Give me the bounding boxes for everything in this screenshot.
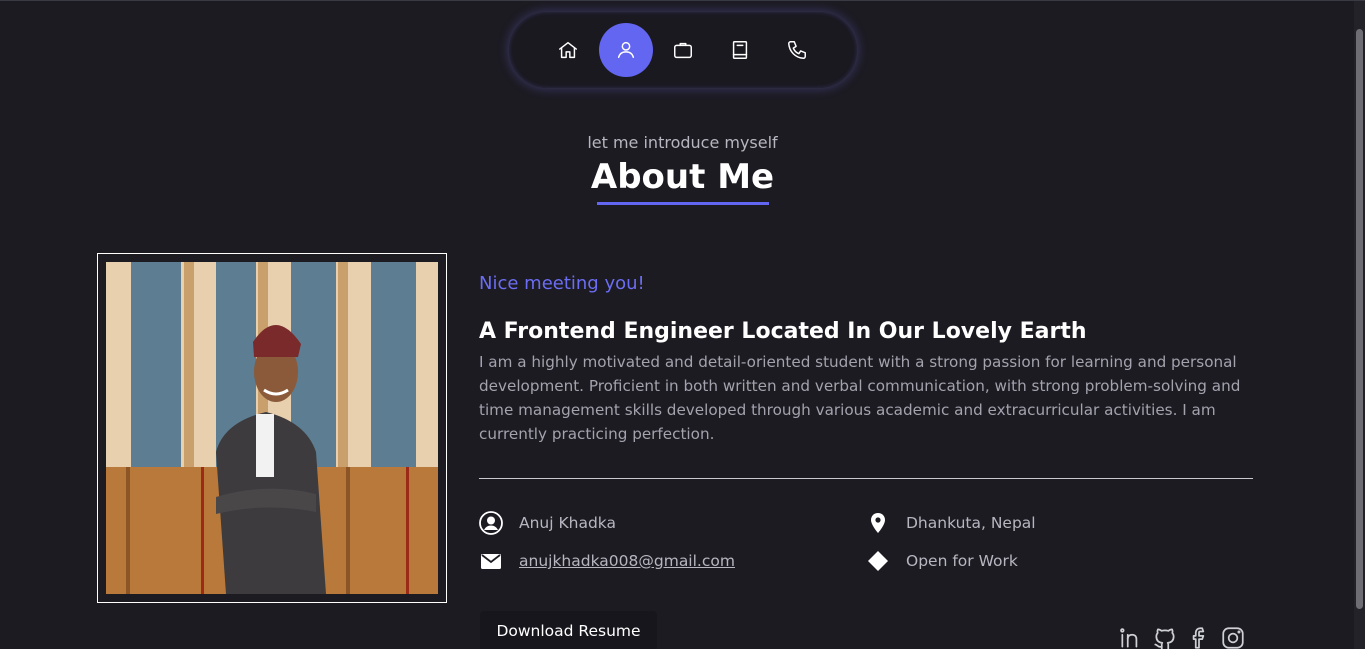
profile-photo-frame: [97, 253, 447, 603]
phone-icon: [788, 41, 806, 59]
github-icon[interactable]: [1152, 625, 1178, 649]
nav-blog-button[interactable]: [713, 23, 767, 77]
email-link[interactable]: anujkhadka008@gmail.com: [519, 552, 735, 570]
social-links: [1118, 625, 1246, 649]
top-nav: [508, 11, 858, 89]
title-underline: [597, 202, 769, 205]
section-subtitle: let me introduce myself: [587, 133, 778, 152]
divider: [479, 478, 1253, 479]
linkedin-icon[interactable]: [1118, 625, 1144, 649]
nav-work-button[interactable]: [656, 23, 710, 77]
user-icon: [617, 41, 635, 59]
nav-about-button[interactable]: [599, 23, 653, 77]
greeting-text: Nice meeting you!: [479, 273, 645, 294]
scrollbar-thumb[interactable]: [1356, 29, 1363, 609]
nav-contact-button[interactable]: [770, 23, 824, 77]
info-location: Dhankuta, Nepal: [866, 511, 1036, 535]
user-circle-icon: [479, 511, 503, 535]
nav-home-button[interactable]: [541, 23, 595, 77]
info-status: Open for Work: [866, 549, 1018, 573]
headline: A Frontend Engineer Located In Our Lovel…: [479, 319, 1087, 344]
location-text: Dhankuta, Nepal: [906, 514, 1036, 532]
home-icon: [559, 41, 577, 59]
book-icon: [732, 41, 748, 59]
name-text: Anuj Khadka: [519, 514, 617, 532]
location-pin-icon: [866, 511, 890, 535]
status-text: Open for Work: [906, 552, 1018, 570]
briefcase-icon: [674, 42, 692, 59]
info-email: anujkhadka008@gmail.com: [479, 549, 735, 573]
profile-photo: [106, 262, 438, 594]
scrollbar[interactable]: [1354, 1, 1365, 649]
mail-icon: [479, 549, 503, 573]
section-title: About Me: [590, 157, 775, 197]
download-resume-button[interactable]: Download Resume: [480, 611, 657, 649]
diamond-icon: [866, 549, 890, 573]
info-name: Anuj Khadka: [479, 511, 616, 535]
instagram-icon[interactable]: [1220, 625, 1246, 649]
bio-text: I am a highly motivated and detail-orien…: [479, 353, 1241, 443]
facebook-icon[interactable]: [1186, 625, 1212, 649]
